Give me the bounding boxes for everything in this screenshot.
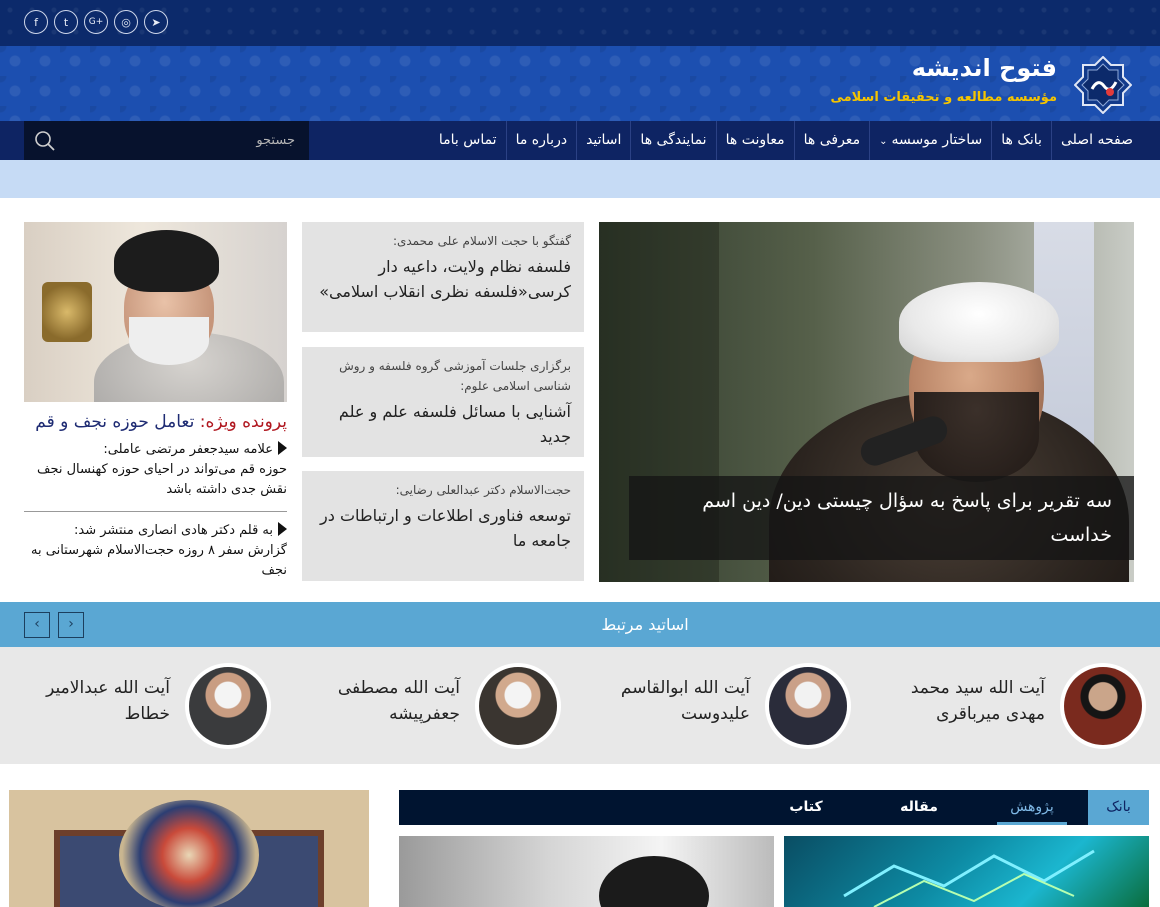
- related-professors-title: اساتید مرتبط: [601, 615, 689, 634]
- news-title[interactable]: فلسفه نظام ولایت، داعیه دار کرسی«فلسفه ن…: [315, 254, 571, 304]
- nav-introductions[interactable]: معرفی ها: [793, 121, 869, 160]
- special-item-lead: علامه سیدجعفر مرتضی عاملی:: [103, 442, 273, 457]
- instagram-icon[interactable]: ◎: [114, 10, 138, 34]
- chevron-down-icon: ⌄: [879, 136, 888, 147]
- news-kicker: حجت‌الاسلام دکتر عبدالعلی رضایی:: [395, 483, 571, 497]
- tab-book[interactable]: کتاب: [781, 790, 831, 825]
- professor-name[interactable]: آیت الله مصطفی جعفرپیشه: [290, 675, 460, 727]
- divider: [24, 511, 287, 512]
- related-professors-header: اساتید مرتبط: [0, 602, 1160, 647]
- professor-name[interactable]: آیت الله عبدالامیر خطاط: [0, 675, 170, 727]
- triangle-bullet-icon: [278, 522, 287, 536]
- special-item[interactable]: علامه سیدجعفر مرتضی عاملی: حوزه قم می‌تو…: [24, 440, 287, 500]
- nav-professors[interactable]: اساتید: [576, 121, 630, 160]
- search-icon[interactable]: [34, 130, 56, 152]
- research-thumbnail[interactable]: [784, 836, 1149, 907]
- professor-card[interactable]: آیت الله سید محمد مهدی میرباقری: [875, 663, 1146, 749]
- featured-artwork-image[interactable]: [9, 790, 369, 907]
- news-kicker: گفتگو با حجت الاسلام علی محمدی:: [392, 234, 571, 248]
- triangle-bullet-icon: [278, 441, 287, 455]
- news-card[interactable]: حجت‌الاسلام دکتر عبدالعلی رضایی: توسعه ف…: [302, 471, 584, 581]
- hero-slide[interactable]: سه تقریر برای پاسخ به سؤال چیستی دین/ دی…: [599, 222, 1134, 582]
- news-title[interactable]: توسعه فناوری اطلاعات و ارتباطات در جامعه…: [315, 503, 571, 553]
- professor-card[interactable]: آیت الله ابوالقاسم علیدوست: [580, 663, 851, 749]
- carousel-prev-button[interactable]: ‹: [24, 612, 50, 638]
- telegram-icon[interactable]: ➤: [144, 10, 168, 34]
- news-card[interactable]: گفتگو با حجت الاسلام علی محمدی: فلسفه نظ…: [302, 222, 584, 332]
- special-item[interactable]: به قلم دکتر هادی انصاری منتشر شد: گزارش …: [24, 521, 287, 581]
- tab-research[interactable]: پژوهش: [997, 790, 1067, 825]
- googleplus-icon[interactable]: G+: [84, 10, 108, 34]
- nav-menu: صفحه اصلی بانک ها ساختار موسسه⌄ معرفی ها…: [430, 121, 1142, 160]
- site-title[interactable]: فتوح اندیشه: [912, 54, 1057, 82]
- special-item-text[interactable]: گزارش سفر ۸ روزه حجت‌الاسلام شهرستانی به…: [24, 541, 287, 581]
- tab-bank[interactable]: بانک: [1088, 790, 1149, 825]
- special-person-beard: [129, 317, 209, 365]
- nav-home[interactable]: صفحه اصلی: [1050, 121, 1142, 160]
- hero-caption[interactable]: سه تقریر برای پاسخ به سؤال چیستی دین/ دی…: [629, 476, 1134, 560]
- professor-card[interactable]: آیت الله عبدالامیر خطاط: [0, 663, 271, 749]
- thumbnail-figure: [599, 856, 709, 907]
- nav-banks[interactable]: بانک ها: [991, 121, 1051, 160]
- special-folder-label: پرونده ویژه:: [199, 412, 287, 432]
- nav-deputies[interactable]: معاونت ها: [715, 121, 794, 160]
- professor-avatar[interactable]: [475, 663, 561, 749]
- content-tabs: بانک پژوهش مقاله کتاب: [399, 790, 1149, 825]
- special-item-lead: به قلم دکتر هادی انصاری منتشر شد:: [74, 523, 273, 538]
- research-thumbnail[interactable]: [399, 836, 774, 907]
- molecule-graphic: [843, 849, 1095, 907]
- social-bar: f t G+ ◎ ➤: [0, 0, 1160, 46]
- news-card[interactable]: برگزاری جلسات آموزشی گروه فلسفه و روش شن…: [302, 347, 584, 457]
- professor-name[interactable]: آیت الله ابوالقاسم علیدوست: [580, 675, 750, 727]
- main-nav: صفحه اصلی بانک ها ساختار موسسه⌄ معرفی ها…: [0, 121, 1160, 160]
- facebook-icon[interactable]: f: [24, 10, 48, 34]
- logo-icon[interactable]: [1074, 56, 1132, 114]
- special-item-text[interactable]: حوزه قم می‌تواند در احیای حوزه کهنسال نج…: [24, 460, 287, 500]
- social-links: f t G+ ◎ ➤: [24, 10, 168, 34]
- special-folder-title[interactable]: تعامل حوزه نجف و قم: [35, 412, 194, 432]
- announcement-band: [0, 160, 1160, 198]
- news-title[interactable]: آشنایی با مسائل فلسفه علم و علم جدید: [315, 399, 571, 449]
- artwork-medallion: [119, 800, 259, 907]
- tab-article[interactable]: مقاله: [889, 790, 949, 825]
- special-person-turban: [114, 230, 219, 292]
- hero-person-turban: [899, 282, 1059, 362]
- twitter-icon[interactable]: t: [54, 10, 78, 34]
- nav-structure-label: ساختار موسسه: [891, 132, 983, 148]
- search-box: [24, 121, 309, 160]
- professor-avatar[interactable]: [185, 663, 271, 749]
- carousel-next-button[interactable]: ›: [58, 612, 84, 638]
- news-kicker: برگزاری جلسات آموزشی گروه فلسفه و روش شن…: [339, 359, 571, 393]
- special-folder-image[interactable]: [24, 222, 287, 402]
- professor-name[interactable]: آیت الله سید محمد مهدی میرباقری: [875, 675, 1045, 727]
- header-banner: فتوح اندیشه مؤسسه مطالعه و تحقیقات اسلام…: [0, 46, 1160, 121]
- nav-structure[interactable]: ساختار موسسه⌄: [869, 121, 991, 160]
- site-subtitle: مؤسسه مطالعه و تحقیقات اسلامی: [830, 90, 1057, 105]
- nav-representatives[interactable]: نمایندگی ها: [630, 121, 715, 160]
- professor-avatar[interactable]: [765, 663, 851, 749]
- nav-about[interactable]: درباره ما: [505, 121, 576, 160]
- professor-card[interactable]: آیت الله مصطفی جعفرپیشه: [290, 663, 561, 749]
- search-input[interactable]: [69, 121, 309, 160]
- plaque-decoration: [42, 282, 92, 342]
- professor-avatar[interactable]: [1060, 663, 1146, 749]
- special-folder-heading[interactable]: پرونده ویژه: تعامل حوزه نجف و قم: [24, 408, 287, 436]
- nav-contact[interactable]: تماس باما: [430, 121, 506, 160]
